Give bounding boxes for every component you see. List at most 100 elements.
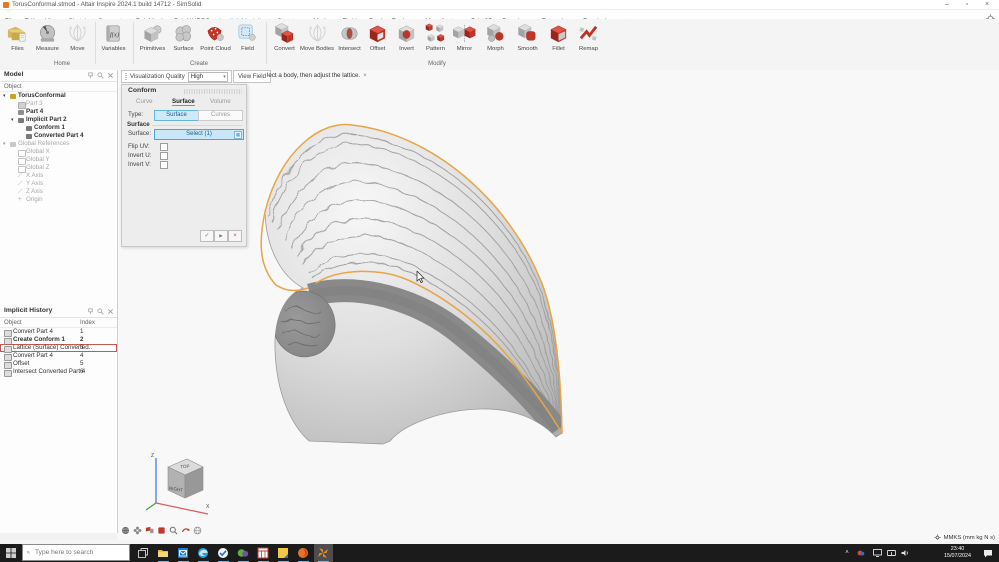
tool-field[interactable]: Field [232, 22, 263, 53]
action-center-icon[interactable] [979, 544, 997, 562]
file-explorer-icon[interactable] [156, 546, 170, 560]
tool-measure[interactable]: Measure [32, 22, 63, 53]
tree-item[interactable]: Converted Part 4 [0, 132, 117, 140]
tool-point-cloud[interactable]: Point Cloud [200, 22, 231, 53]
pan-icon[interactable] [133, 526, 142, 535]
view-field-button[interactable]: View Field [233, 70, 271, 83]
tree-item[interactable]: Global X [0, 148, 117, 156]
tool-fillet[interactable]: Fillet [543, 22, 574, 53]
history-row[interactable]: Convert Part 41 [0, 328, 117, 336]
tree-item[interactable]: ▾TorusConformal [0, 92, 117, 100]
history-row[interactable]: Create Conform 12 [0, 336, 117, 344]
tree-item[interactable]: Part 3 [0, 100, 117, 108]
firefox-browser-icon[interactable] [296, 546, 310, 560]
tool-morph[interactable]: Morph [480, 22, 511, 53]
tree-item[interactable]: Global Y [0, 156, 117, 164]
toolbar-grip[interactable] [125, 73, 127, 81]
tree-item[interactable]: Conform 1 [0, 124, 117, 132]
cancel-button[interactable]: × [228, 230, 242, 242]
type-option-surface[interactable]: Surface [154, 110, 199, 121]
torus-lattice-model[interactable] [117, 70, 999, 540]
rotate-view-icon[interactable] [121, 526, 130, 535]
taskbar-search[interactable] [22, 544, 130, 561]
tab-volume[interactable]: Volume [210, 98, 231, 105]
apply-button[interactable]: ✓ [200, 230, 214, 242]
tool-move[interactable]: Move [62, 22, 93, 53]
history-row[interactable]: Offset5 [0, 360, 117, 368]
settings-gear-icon[interactable] [986, 10, 995, 19]
dialog-grip[interactable] [184, 89, 242, 94]
orbit-icon[interactable] [181, 526, 190, 535]
next-button[interactable]: ▶ [214, 230, 228, 242]
select-list-icon[interactable]: ▦ [234, 131, 242, 139]
pin-icon[interactable] [87, 308, 94, 315]
search-icon[interactable] [97, 308, 104, 315]
tool-mirror[interactable]: Mirror [449, 22, 480, 53]
notes-app-icon[interactable] [276, 546, 290, 560]
history-row[interactable]: Intersect Converted Part 46 [0, 368, 117, 376]
taskbar-clock[interactable]: 23:40 15/07/2024 [944, 546, 971, 560]
close-icon[interactable] [107, 308, 114, 315]
viewport-3d[interactable]: Visualization Quality High▾ View Field l… [117, 70, 999, 540]
guide-close-icon[interactable]: × [363, 72, 367, 79]
tree-item[interactable]: Part 4 [0, 108, 117, 116]
minimize-button[interactable]: – [939, 0, 955, 9]
edge-browser-icon[interactable] [196, 546, 210, 560]
invert-v-checkbox[interactable] [160, 161, 168, 169]
tool-remap[interactable]: Remap [573, 22, 604, 53]
history-row-selected[interactable]: Lattice (Surface) Converted..3 [0, 344, 117, 352]
restore-button[interactable]: ▫ [959, 0, 975, 9]
pin-icon[interactable] [87, 72, 94, 79]
inspire-app-active[interactable] [314, 544, 333, 562]
tray-display-icon[interactable] [871, 544, 883, 562]
tray-expand-icon[interactable]: ˄ [841, 544, 853, 562]
search-input[interactable] [33, 548, 125, 557]
close-button[interactable]: × [979, 0, 995, 9]
tree-item[interactable]: ⟋X Axis [0, 172, 117, 180]
tray-network-icon[interactable] [885, 544, 897, 562]
tool-variables[interactable]: f(x) Variables [98, 22, 129, 53]
tool-smooth[interactable]: Smooth [512, 22, 543, 53]
close-icon[interactable] [107, 72, 114, 79]
tool-invert[interactable]: Invert [391, 22, 422, 53]
history-row[interactable]: Convert Part 44 [0, 352, 117, 360]
tray-color-icon[interactable] [855, 544, 867, 562]
task-view-icon[interactable] [136, 546, 150, 560]
tool-surface[interactable]: Surface [168, 22, 199, 53]
tree-item[interactable]: ⟋Y Axis [0, 180, 117, 188]
tool-primitives[interactable]: Primitives [137, 22, 168, 53]
viz-quality-dropdown[interactable]: High▾ [188, 72, 228, 82]
green-app-icon[interactable] [236, 546, 250, 560]
calendar-app-icon[interactable] [256, 546, 270, 560]
tree-item[interactable]: ⟋Z Axis [0, 188, 117, 196]
zoom-icon[interactable] [169, 526, 178, 535]
flip-uv-checkbox[interactable] [160, 143, 168, 151]
globe-icon[interactable] [193, 526, 202, 535]
tree-item[interactable]: Global Z [0, 164, 117, 172]
tool-pattern[interactable]: Pattern [420, 22, 451, 53]
invert-u-checkbox[interactable] [160, 152, 168, 160]
model-column-header[interactable]: Object [0, 82, 117, 92]
x-axis [156, 503, 208, 514]
tool-offset[interactable]: Offset [362, 22, 393, 53]
mail-app-icon[interactable] [176, 546, 190, 560]
tree-item[interactable]: ▾Global References [0, 140, 117, 148]
history-column-header[interactable]: Object Index [0, 318, 117, 328]
tab-surface[interactable]: Surface [172, 98, 195, 106]
tool-move-bodies[interactable]: Move Bodies [300, 22, 334, 53]
tree-item[interactable]: +Origin [0, 196, 117, 204]
tab-curve[interactable]: Curve [136, 98, 153, 105]
type-option-curves[interactable]: Curves [198, 110, 243, 121]
search-icon[interactable] [97, 72, 104, 79]
record-icon[interactable] [157, 526, 166, 535]
checkmark-app-icon[interactable] [216, 546, 230, 560]
tray-speaker-icon[interactable] [899, 544, 911, 562]
start-button[interactable] [0, 544, 22, 562]
tool-files[interactable]: Files [2, 22, 33, 53]
surface-select-field[interactable]: Select (1)▦ [154, 129, 244, 140]
tool-convert[interactable]: Convert [269, 22, 300, 53]
view-cube[interactable]: Z X TOP RIGHT [142, 448, 217, 518]
tree-item[interactable]: ▾Implicit Part 2 [0, 116, 117, 124]
camera-icon[interactable] [145, 526, 154, 535]
tool-intersect[interactable]: Intersect [334, 22, 365, 53]
